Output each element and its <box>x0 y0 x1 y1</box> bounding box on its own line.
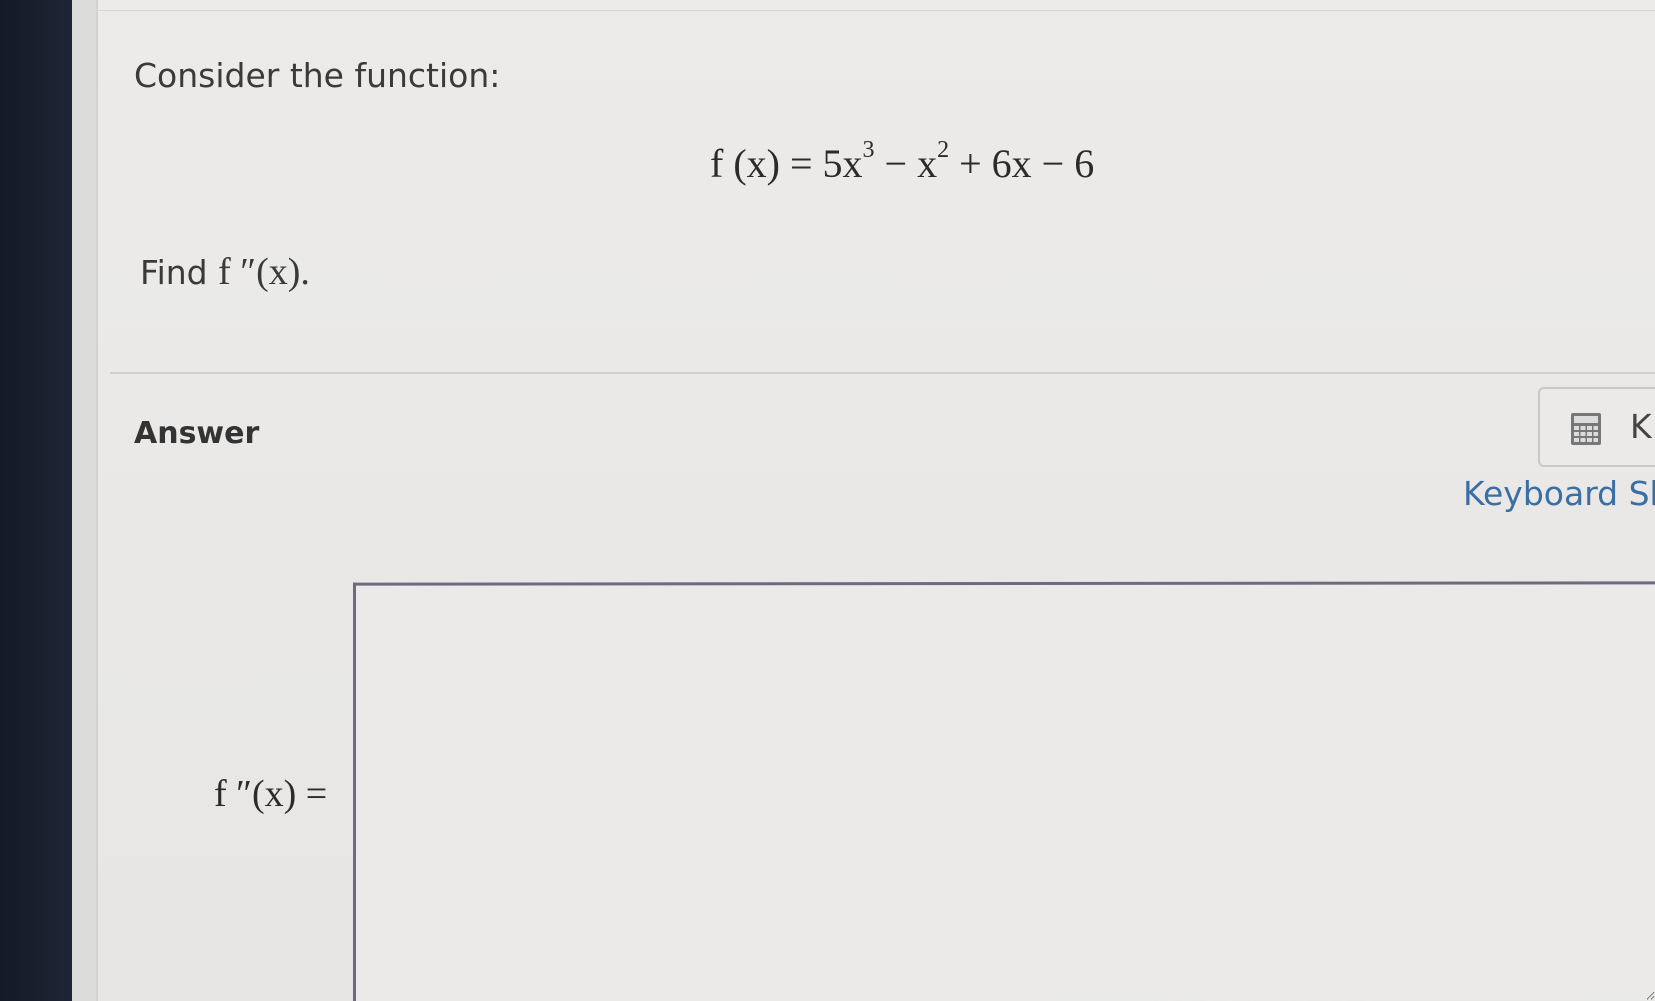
question-intro: Consider the function: <box>134 56 501 95</box>
equation-rhs: + 6x − 6 <box>949 141 1095 186</box>
equation-middle: − x <box>874 141 938 186</box>
keyboard-shortcuts-link[interactable]: Keyboard Sh <box>1463 474 1655 513</box>
answer-input-label: f ″(x) = <box>214 773 328 815</box>
section-divider <box>110 372 1655 374</box>
calculator-icon <box>1571 413 1601 445</box>
prompt-math: f ″(x). <box>218 251 310 293</box>
question-prompt: Find f ″(x). <box>140 250 310 294</box>
prompt-text: Find <box>140 253 219 292</box>
equation-lhs: f (x) = 5x <box>710 141 863 186</box>
equation-exponent-2: 2 <box>937 137 950 163</box>
answer-heading: Answer <box>134 416 260 451</box>
calculator-button[interactable]: K <box>1538 387 1655 467</box>
equation-exponent-1: 3 <box>862 137 875 163</box>
top-divider <box>96 10 1655 11</box>
function-equation: f (x) = 5x3 − x2 + 6x − 6 <box>710 137 1095 187</box>
answer-input[interactable] <box>353 581 1655 1001</box>
calculator-button-label: K <box>1630 407 1652 446</box>
